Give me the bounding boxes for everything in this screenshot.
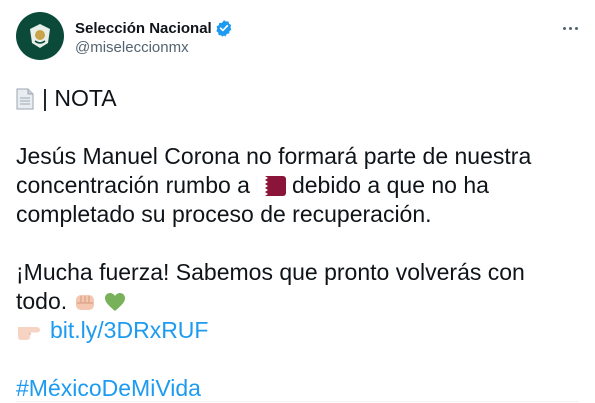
- green-heart-icon: [105, 292, 126, 311]
- tweet-text-segment: todo.: [16, 288, 68, 314]
- hashtag-line: #MéxicoDeMiVida: [16, 374, 581, 403]
- tweet-text-segment: concentración rumbo a: [16, 172, 250, 198]
- dot-icon: [562, 26, 566, 30]
- more-options-button[interactable]: [559, 18, 581, 38]
- tweet-card: Selección Nacional @miseleccionmx | NOTA…: [0, 0, 595, 402]
- hashtag-link[interactable]: #MéxicoDeMiVida: [16, 374, 201, 403]
- link-line: bit.ly/3DRxRUF: [16, 316, 581, 345]
- tweet-line: concentración rumbo a debido a que no ha: [16, 171, 581, 200]
- tweet-text: | NOTA Jesús Manuel Corona no formará pa…: [16, 84, 581, 403]
- qatar-flag-icon: [255, 175, 286, 196]
- page-facing-up-icon: [16, 88, 34, 109]
- tweet-line: Jesús Manuel Corona no formará parte de …: [16, 143, 532, 169]
- dot-icon: [568, 26, 572, 30]
- pointing-right-icon: [18, 326, 40, 340]
- tweet-link[interactable]: bit.ly/3DRxRUF: [50, 316, 208, 345]
- tweet-line: todo.: [16, 287, 581, 316]
- author-block: Selección Nacional @miseleccionmx: [75, 18, 233, 56]
- tweet-line: ¡Mucha fuerza! Sabemos que pronto volver…: [16, 259, 525, 285]
- tweet-header-line: | NOTA: [16, 84, 581, 113]
- tweet-header: | NOTA: [42, 85, 117, 111]
- author-display-name[interactable]: Selección Nacional: [75, 20, 212, 37]
- federation-crest-icon: [30, 24, 50, 48]
- tweet-line: completado su proceso de recuperación.: [16, 201, 432, 227]
- verified-badge-icon: [216, 20, 232, 37]
- avatar[interactable]: [16, 12, 64, 60]
- tweet-text-segment: debido a que no ha: [291, 172, 489, 198]
- dot-icon: [574, 26, 578, 30]
- fist-icon: [76, 294, 95, 310]
- author-handle[interactable]: @miseleccionmx: [75, 39, 233, 56]
